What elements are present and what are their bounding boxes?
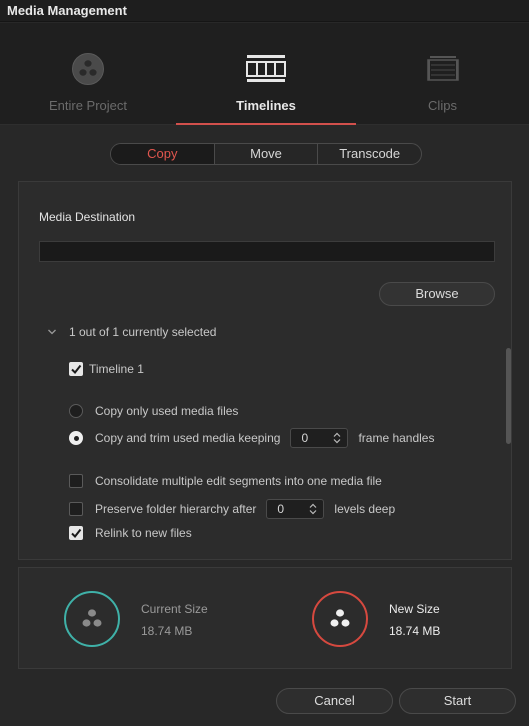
tab-timelines[interactable]: Timelines: [176, 23, 356, 125]
frame-handles-stepper[interactable]: 0: [290, 428, 349, 448]
mode-move-button[interactable]: Move: [215, 144, 319, 164]
top-navigation: Entire Project Timelines Clips: [0, 23, 529, 125]
timeline-icon: [176, 51, 356, 87]
copy-trim-radio[interactable]: [69, 431, 83, 445]
cancel-button[interactable]: Cancel: [276, 688, 393, 714]
size-summary-panel: Current Size 18.74 MB New Size 18.74 MB: [18, 567, 512, 669]
active-tab-indicator: [176, 123, 356, 125]
tab-clips-label: Clips: [428, 98, 457, 113]
levels-suffix: levels deep: [334, 502, 396, 516]
copy-trim-label: Copy and trim used media keeping: [95, 431, 281, 445]
vertical-scrollbar[interactable]: [506, 348, 511, 444]
selection-summary-row[interactable]: 1 out of 1 currently selected: [47, 325, 216, 339]
selection-summary-text: 1 out of 1 currently selected: [69, 325, 217, 339]
media-management-window: Media Management Entire Project Timeline…: [0, 0, 529, 726]
clips-icon: [356, 51, 529, 87]
relink-row: Relink to new files: [69, 526, 192, 540]
current-size-icon: [64, 591, 120, 647]
browse-button[interactable]: Browse: [379, 282, 495, 306]
consolidate-row: Consolidate multiple edit segments into …: [69, 474, 382, 488]
preserve-label: Preserve folder hierarchy after: [95, 502, 257, 516]
mode-copy-button[interactable]: Copy: [111, 144, 215, 164]
media-destination-field[interactable]: [39, 241, 495, 262]
frame-handles-suffix: frame handles: [358, 431, 435, 445]
timeline-1-checkbox[interactable]: [69, 362, 83, 376]
consolidate-label: Consolidate multiple edit segments into …: [95, 474, 382, 488]
current-size-value: 18.74 MB: [141, 624, 193, 638]
tab-clips[interactable]: Clips: [356, 23, 529, 125]
tab-entire-project[interactable]: Entire Project: [0, 23, 176, 125]
copy-used-label: Copy only used media files: [95, 404, 239, 418]
start-button[interactable]: Start: [399, 688, 516, 714]
resolve-logo-icon: [0, 51, 176, 87]
consolidate-checkbox[interactable]: [69, 474, 83, 488]
relink-checkbox[interactable]: [69, 526, 83, 540]
preserve-row: Preserve folder hierarchy after 0 levels…: [69, 499, 395, 519]
new-size-value: 18.74 MB: [389, 624, 441, 638]
new-size-label: New Size: [389, 602, 440, 616]
new-size-icon: [312, 591, 368, 647]
check-icon: [71, 364, 82, 375]
copy-trim-row: Copy and trim used media keeping 0 frame…: [69, 428, 434, 448]
copy-options-panel: Media Destination Browse 1 out of 1 curr…: [18, 181, 512, 560]
frame-handles-value: 0: [301, 431, 309, 445]
relink-label: Relink to new files: [95, 526, 192, 540]
mode-transcode-button[interactable]: Transcode: [318, 144, 421, 164]
current-size-label: Current Size: [141, 602, 208, 616]
copy-used-row: Copy only used media files: [69, 404, 238, 418]
levels-value: 0: [277, 502, 285, 516]
window-title: Media Management: [0, 0, 529, 22]
stepper-arrows-icon[interactable]: [309, 503, 317, 515]
copy-used-radio[interactable]: [69, 404, 83, 418]
timeline-item-row: Timeline 1: [69, 362, 144, 376]
preserve-checkbox[interactable]: [69, 502, 83, 516]
levels-stepper[interactable]: 0: [266, 499, 325, 519]
stepper-arrows-icon[interactable]: [333, 432, 341, 444]
timeline-1-label: Timeline 1: [89, 362, 144, 376]
media-destination-title: Media Destination: [39, 210, 136, 224]
mode-segmented-control: Copy Move Transcode: [110, 143, 422, 165]
check-icon: [71, 528, 82, 539]
chevron-down-icon: [48, 329, 56, 335]
tab-entire-project-label: Entire Project: [48, 98, 128, 113]
tab-timelines-label: Timelines: [236, 98, 296, 113]
